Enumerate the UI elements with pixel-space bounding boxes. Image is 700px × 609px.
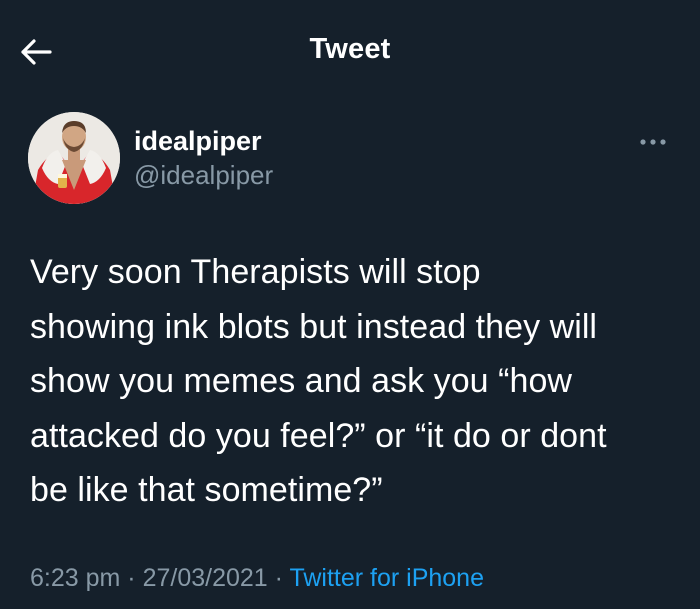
more-horizontal-icon	[640, 139, 666, 145]
profile-photo	[28, 112, 120, 204]
page-title: Tweet	[309, 33, 391, 65]
tweet-meta: 6:23 pm · 27/03/2021 · Twitter for iPhon…	[30, 562, 484, 594]
tweet-time[interactable]: 6:23 pm	[30, 564, 120, 592]
author-display-name[interactable]: idealpiper	[134, 124, 262, 158]
tweet-date[interactable]: 27/03/2021	[143, 564, 268, 592]
more-options-button[interactable]	[636, 130, 670, 154]
tweet-source-link[interactable]: Twitter for iPhone	[289, 564, 484, 592]
author-handle[interactable]: @idealpiper	[134, 158, 273, 192]
avatar[interactable]	[28, 112, 120, 204]
tweet-text: Very soon Therapists will stop showing i…	[30, 253, 607, 509]
meta-separator: ·	[120, 564, 143, 592]
meta-separator: ·	[267, 564, 290, 592]
top-bar: Tweet	[0, 0, 700, 100]
